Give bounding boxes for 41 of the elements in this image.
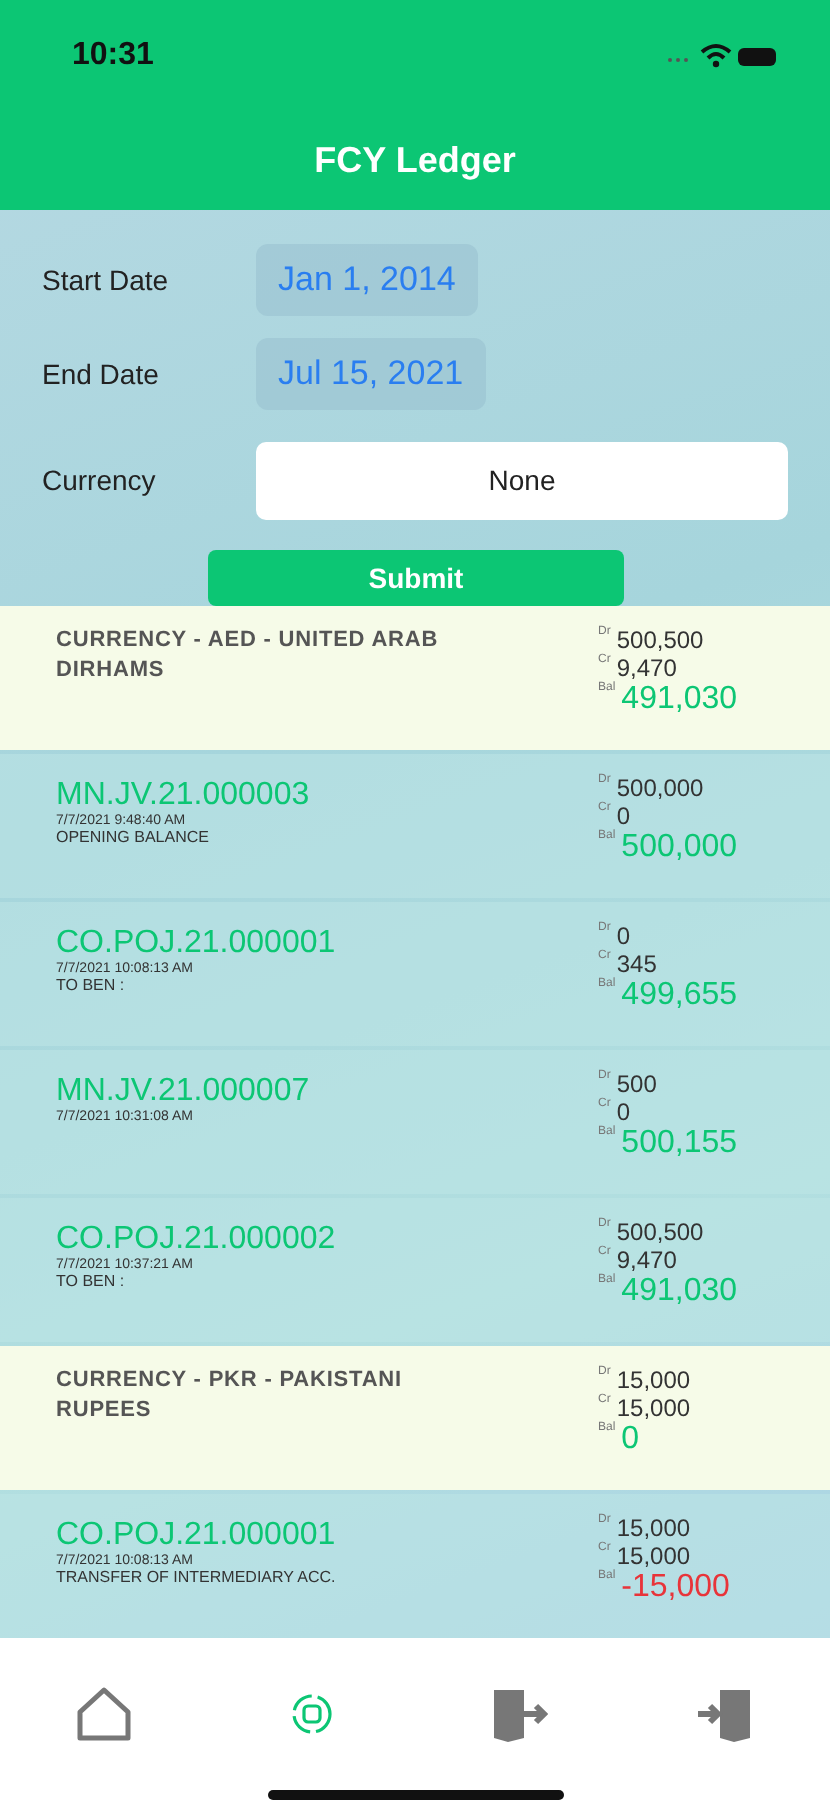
debit-amount: 15,000 [616, 1514, 691, 1542]
credit-amount: 9,470 [616, 1246, 677, 1274]
balance-amount: 491,030 [621, 1274, 738, 1310]
credit-amount: 9,470 [616, 654, 677, 682]
entry-note: TRANSFER OF INTERMEDIARY ACC. [56, 1568, 338, 1586]
entry-note: TO BEN : [56, 976, 127, 994]
debit-amount: 500,000 [616, 774, 704, 802]
credit-amount: 15,000 [616, 1394, 691, 1422]
debit-amount: 0 [616, 922, 631, 950]
field-label: Currency [42, 464, 158, 496]
home-icon [73, 1684, 134, 1744]
balance-amount: 499,655 [621, 978, 738, 1014]
debit-amount: 500,500 [616, 1218, 704, 1246]
voucher-number: CO.POJ.21.000002 [56, 1222, 338, 1257]
credit-amount: 15,000 [616, 1542, 691, 1570]
debit-amount: 500 [616, 1070, 657, 1098]
entry-note: OPENING BALANCE [56, 828, 211, 846]
balance-amount: 500,000 [621, 830, 738, 866]
voucher-number: CO.POJ.21.000001 [56, 926, 338, 961]
balance-amount: 500,155 [621, 1126, 738, 1162]
currency-title: CURRENCY - AED - UNITED ARAB DIRHAMS [56, 626, 441, 686]
debit-amount: 500,500 [616, 626, 704, 654]
credit-amount: 345 [616, 950, 657, 978]
refresh-icon [287, 1690, 336, 1738]
field-label: Start Date [42, 264, 171, 296]
debit-amount: 15,000 [616, 1366, 691, 1394]
balance-amount: 0 [621, 1422, 640, 1458]
credit-amount: 0 [616, 802, 631, 830]
field-label: End Date [42, 358, 161, 390]
credit-amount: 0 [616, 1098, 631, 1126]
balance-amount: -15,000 [621, 1570, 730, 1606]
currency-title: CURRENCY - PKR - PAKISTANI RUPEES [56, 1366, 404, 1426]
currency-select[interactable]: None [256, 441, 788, 519]
voucher-number: MN.JV.21.000007 [56, 1074, 312, 1109]
entry-note: TO BEN : [56, 1272, 127, 1290]
exit-door-icon [488, 1684, 549, 1744]
balance-amount: 491,030 [621, 682, 738, 718]
status-time: 10:31 [72, 38, 154, 74]
voucher-number: CO.POJ.21.000001 [56, 1518, 338, 1553]
voucher-number: MN.JV.21.000003 [56, 778, 312, 813]
screen-title: FCY Ledger [314, 140, 516, 182]
